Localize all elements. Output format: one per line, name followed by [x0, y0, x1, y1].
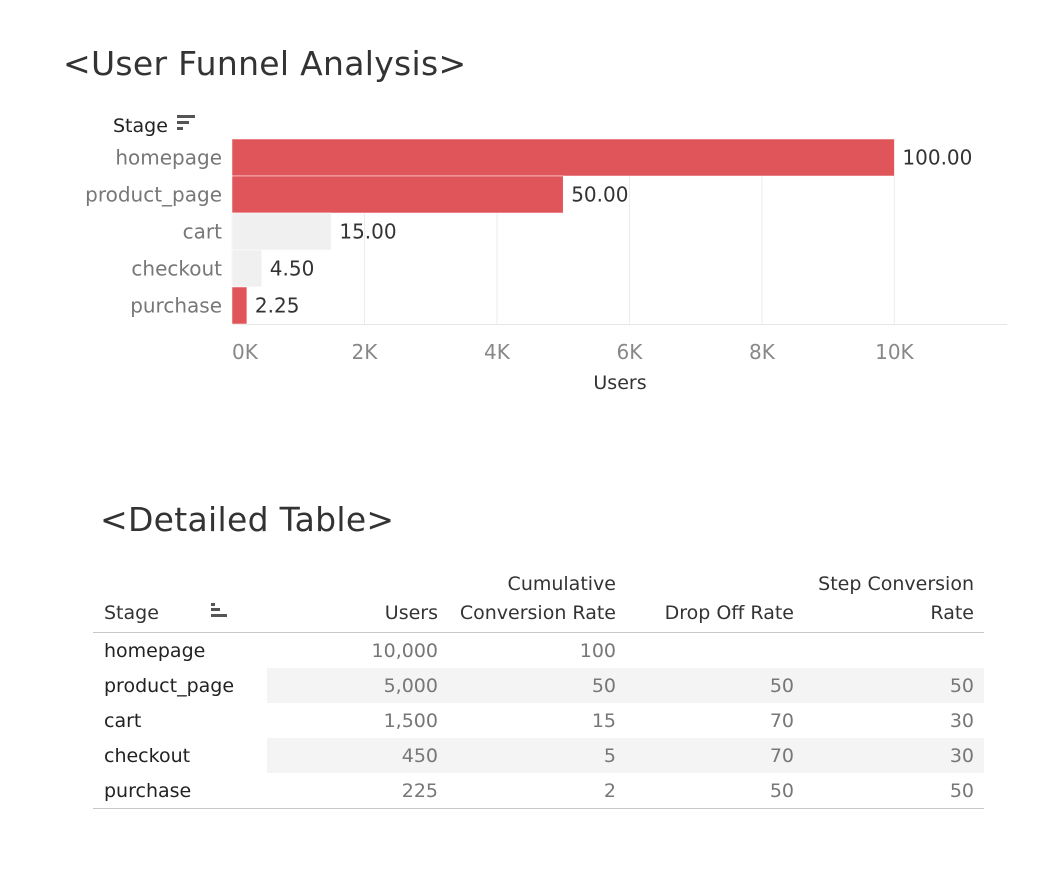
cell-stage: cart [104, 709, 142, 732]
cell-step-conversion: 30 [949, 709, 974, 732]
header-users-label: Users [384, 602, 438, 624]
table-row: homepage 10,000 100 [93, 633, 984, 669]
sort-icon[interactable] [209, 599, 229, 628]
table-row: checkout 450 5 70 30 [93, 738, 984, 773]
header-step-line1: Step Conversion [818, 573, 974, 595]
header-drop-label: Drop Off Rate [664, 602, 794, 624]
data-label: 4.50 [270, 257, 315, 281]
header-cum-line2: Conversion Rate [459, 602, 616, 624]
bar [231, 138, 895, 177]
data-label: 50.00 [571, 183, 628, 207]
sort-descending-icon[interactable] [177, 115, 195, 130]
x-tick-label: 6K [617, 340, 644, 364]
cell-drop-off: 50 [626, 668, 804, 703]
bar [231, 175, 564, 214]
funnel-bar-chart: 100.00 homepage 50.00 product_page 15.00 cart… [85, 115, 1007, 394]
cell-drop-off: 70 [626, 738, 804, 773]
y-tick-label: purchase [130, 294, 222, 318]
cell-drop-off: 50 [769, 779, 794, 802]
cell-step-conversion: 50 [949, 779, 974, 802]
cell-users: 1,500 [383, 709, 438, 732]
cell-users: 225 [401, 779, 438, 802]
data-label: 2.25 [255, 294, 300, 318]
data-label: 100.00 [902, 146, 972, 170]
detailed-table: Stage Users Cumulative Conversion Rate D… [93, 570, 984, 809]
table-row: purchase 225 2 50 50 [93, 773, 984, 809]
cell-step-conversion [804, 633, 984, 669]
header-users[interactable]: Users [267, 570, 448, 633]
cell-step-conversion: 50 [804, 668, 984, 703]
cell-stage: purchase [93, 773, 267, 809]
y-tick-label: homepage [115, 146, 222, 170]
x-axis-label: Users [593, 372, 646, 394]
cell-drop-off: 70 [769, 709, 794, 732]
cell-drop-off [626, 633, 804, 669]
cell-cumulative: 100 [579, 639, 616, 662]
bar [231, 249, 263, 288]
cell-cumulative: 50 [448, 668, 626, 703]
x-tick-label: 0K [232, 340, 259, 364]
table-row: cart 1,500 15 70 30 [93, 703, 984, 738]
cell-stage: product_page [93, 668, 267, 703]
x-tick-label: 8K [749, 340, 776, 364]
cell-step-conversion: 30 [804, 738, 984, 773]
cell-stage: checkout [93, 738, 267, 773]
cell-users: 450 [267, 738, 448, 773]
x-tick-label: 4K [484, 340, 511, 364]
x-tick-label: 2K [352, 340, 379, 364]
table-row: product_page 5,000 50 50 50 [93, 668, 984, 703]
bar [231, 286, 248, 325]
y-tick-label: checkout [131, 257, 222, 281]
table-title: <Detailed Table> [100, 500, 395, 539]
cell-users: 5,000 [267, 668, 448, 703]
y-axis-label: Stage [113, 115, 168, 137]
cell-cumulative: 2 [603, 779, 616, 802]
data-label: 15.00 [339, 220, 396, 244]
header-step-line2: Rate [930, 602, 974, 624]
header-cum-line1: Cumulative [507, 573, 616, 595]
cell-cumulative: 5 [448, 738, 626, 773]
y-tick-label: cart [183, 220, 222, 244]
header-cumulative-conversion-rate[interactable]: Cumulative Conversion Rate [448, 570, 626, 633]
cell-stage: homepage [104, 639, 206, 662]
x-tick-label: 10K [875, 340, 914, 364]
bar [231, 212, 332, 251]
header-stage[interactable]: Stage [93, 570, 267, 633]
header-step-conversion-rate[interactable]: Step Conversion Rate [804, 570, 984, 633]
y-tick-label: product_page [85, 183, 222, 207]
cell-users: 10,000 [371, 639, 438, 662]
header-drop-off-rate[interactable]: Drop Off Rate [626, 570, 804, 633]
header-stage-label: Stage [104, 602, 159, 624]
cell-cumulative: 15 [591, 709, 616, 732]
